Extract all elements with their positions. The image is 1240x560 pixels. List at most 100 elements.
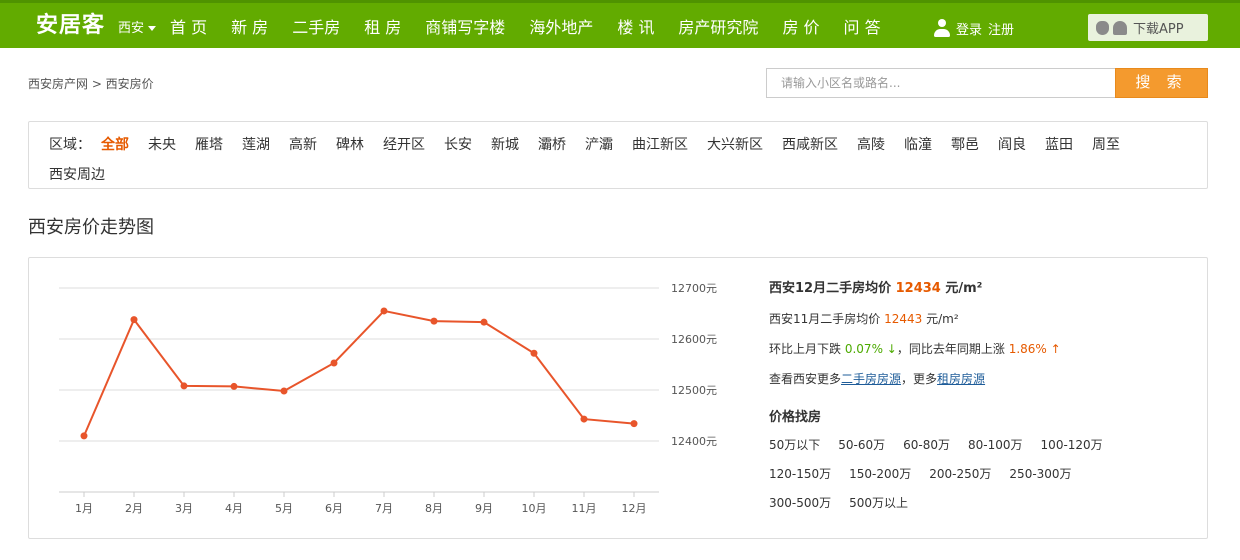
x-tick-label: 8月 [425, 502, 443, 515]
prev-price-line: 西安11月二手房均价 12443 元/m² [769, 311, 1199, 327]
region-item[interactable]: 阎良 [998, 136, 1026, 154]
current-price-label: 西安12月二手房均价 [769, 281, 892, 296]
y-tick-label: 12400元 [671, 435, 717, 448]
region-item[interactable]: 长安 [444, 136, 472, 154]
main-nav: 首 页 新 房 二手房 租 房 商铺写字楼 海外地产 楼 讯 房产研究院 房 价… [170, 15, 905, 41]
region-item[interactable]: 浐灞 [585, 136, 613, 154]
x-tick-label: 9月 [475, 502, 493, 515]
y-tick-label: 12600元 [671, 333, 717, 346]
register-link[interactable]: 注册 [988, 19, 1014, 38]
x-tick-label: 7月 [375, 502, 393, 515]
price-range-link[interactable]: 300-500万 [769, 495, 831, 511]
nav-qa[interactable]: 问 答 [844, 15, 881, 41]
data-point [630, 420, 638, 428]
data-point [430, 317, 438, 325]
price-range-link[interactable]: 150-200万 [849, 466, 911, 482]
x-tick-label: 2月 [125, 502, 143, 515]
site-logo[interactable]: 安居客 [36, 11, 105, 41]
price-range-list: 50万以下 50-60万 60-80万 80-100万 100-120万 120-150万… [769, 437, 1169, 524]
yoy-value: 1.86% ↑ [1008, 342, 1061, 356]
android-icon [1113, 20, 1127, 35]
mom-label: 环比上月下跌 [769, 342, 842, 356]
data-point [380, 307, 388, 315]
series-line [83, 309, 635, 437]
region-item[interactable]: 莲湖 [242, 136, 270, 154]
region-item[interactable]: 碑林 [336, 136, 364, 154]
region-filter: 区域： 全部 未央 雁塔 莲湖 高新 碑林 经开区 长安 新城 灞桥 浐灞 曲江新区 大兴新区 西咸新区 高… [28, 121, 1208, 189]
nav-new-homes[interactable]: 新 房 [231, 15, 268, 41]
breadcrumb: 西安房产网 > 西安房价 [28, 77, 154, 91]
price-search-title: 价格找房 [769, 410, 822, 425]
x-tick-label: 3月 [175, 502, 193, 515]
x-tick-label: 5月 [275, 502, 293, 515]
data-point [530, 349, 538, 357]
nav-rent[interactable]: 租 房 [364, 15, 401, 41]
region-item[interactable]: 鄠邑 [951, 136, 979, 154]
price-trend-panel: 12400元 12500元 12600元 12700元 1月 2月 3月 4月 5月 6月 7月 8月… [28, 257, 1208, 539]
x-tick-label: 12月 [622, 502, 647, 515]
nav-prices[interactable]: 房 价 [782, 15, 819, 41]
nav-second-hand[interactable]: 二手房 [292, 15, 340, 41]
mom-value: 0.07% ↓ [844, 342, 897, 356]
login-link[interactable]: 登录 [956, 19, 982, 38]
data-point [80, 432, 88, 440]
x-tick-label: 6月 [325, 502, 343, 515]
y-tick-label: 12500元 [671, 384, 717, 397]
region-item[interactable]: 蓝田 [1045, 136, 1073, 154]
prev-price-value: 12443 [884, 312, 923, 326]
current-price-unit: 元/m² [945, 281, 983, 296]
region-item[interactable]: 全部 [101, 136, 129, 154]
search-button[interactable]: 搜 索 [1115, 68, 1208, 98]
prev-price-label: 西安11月二手房均价 [769, 312, 881, 326]
price-range-link[interactable]: 50-60万 [838, 437, 885, 453]
region-item[interactable]: 未央 [148, 136, 176, 154]
prev-price-unit: 元/m² [926, 312, 959, 326]
region-item[interactable]: 西安周边 [49, 166, 105, 184]
caret-down-icon [148, 26, 157, 31]
more-links-line: 查看西安更多二手房房源，更多租房房源 [769, 371, 1199, 387]
nav-overseas[interactable]: 海外地产 [529, 15, 593, 41]
download-app-button[interactable]: 下载APP [1088, 14, 1208, 41]
rent-link[interactable]: 租房房源 [937, 372, 985, 386]
change-line: 环比上月下跌 0.07% ↓，同比去年同期上涨 1.86% ↑ [769, 341, 1199, 357]
price-range-link[interactable]: 120-150万 [769, 466, 831, 482]
nav-commercial[interactable]: 商铺写字楼 [425, 15, 505, 41]
price-trend-chart: 12400元 12500元 12600元 12700元 1月 2月 3月 4月 5月 6月 7月 8月… [59, 282, 717, 515]
y-tick-label: 12700元 [671, 282, 717, 295]
price-range-link[interactable]: 250-300万 [1009, 466, 1071, 482]
region-item[interactable]: 经开区 [383, 136, 425, 154]
price-range-link[interactable]: 80-100万 [968, 437, 1023, 453]
search-input[interactable] [766, 68, 1116, 98]
price-summary: 西安12月二手房均价 12434 元/m² 西安11月二手房均价 12443 元… [769, 280, 1199, 524]
region-item[interactable]: 临潼 [904, 136, 932, 154]
download-label: 下载APP [1133, 22, 1184, 37]
region-item[interactable]: 雁塔 [195, 136, 223, 154]
price-range-link[interactable]: 100-120万 [1041, 437, 1103, 453]
region-item[interactable]: 西咸新区 [782, 136, 838, 154]
region-list: 区域： 全部 未央 雁塔 莲湖 高新 碑林 经开区 长安 新城 灞桥 浐灞 曲江新区 大兴新区 西咸新区 高… [49, 136, 1199, 196]
region-item[interactable]: 大兴新区 [707, 136, 763, 154]
region-item[interactable]: 曲江新区 [632, 136, 688, 154]
second-hand-link[interactable]: 二手房房源 [841, 372, 901, 386]
region-item[interactable]: 高陵 [857, 136, 885, 154]
price-range-link[interactable]: 200-250万 [929, 466, 991, 482]
nav-home[interactable]: 首 页 [170, 15, 207, 41]
region-item[interactable]: 高新 [289, 136, 317, 154]
region-item[interactable]: 周至 [1092, 136, 1120, 154]
price-range-link[interactable]: 60-80万 [903, 437, 950, 453]
nav-news[interactable]: 楼 讯 [617, 15, 654, 41]
nav-research[interactable]: 房产研究院 [678, 15, 758, 41]
price-range-link[interactable]: 500万以上 [849, 495, 908, 511]
region-item[interactable]: 新城 [491, 136, 519, 154]
x-tick-label: 11月 [572, 502, 597, 515]
price-range-link[interactable]: 50万以下 [769, 437, 820, 453]
data-point [480, 318, 488, 326]
region-item[interactable]: 灞桥 [538, 136, 566, 154]
data-point [180, 382, 188, 390]
x-tick-label: 10月 [522, 502, 547, 515]
login-area: 登录 注册 [934, 17, 1014, 39]
current-price-value: 12434 [895, 281, 941, 296]
data-point [330, 359, 338, 367]
city-switcher[interactable]: 西安 [118, 20, 157, 38]
data-point [280, 387, 288, 395]
